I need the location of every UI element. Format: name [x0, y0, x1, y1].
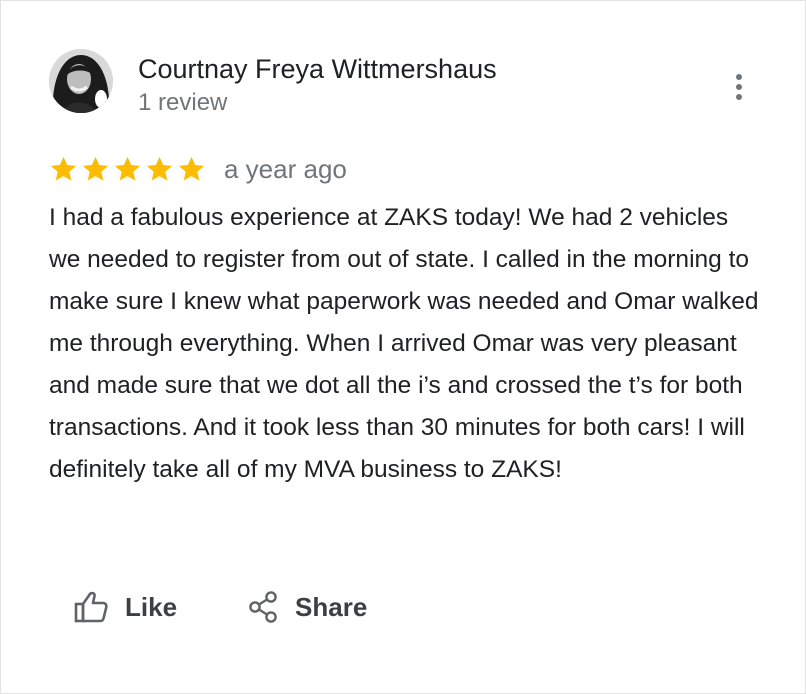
more-vertical-icon — [736, 74, 742, 80]
star-icon — [81, 155, 110, 183]
author-review-count[interactable]: 1 review — [138, 88, 227, 118]
author-avatar[interactable] — [49, 49, 113, 113]
star-icon — [113, 155, 142, 183]
author-photo — [49, 49, 113, 113]
star-rating — [49, 155, 206, 183]
star-icon — [49, 155, 78, 183]
review-date: a year ago — [224, 154, 347, 184]
like-label: Like — [125, 591, 178, 622]
share-icon — [249, 591, 277, 623]
rating-row: a year ago — [49, 151, 347, 187]
review-text: I had a fabulous experience at ZAKS toda… — [49, 204, 759, 483]
share-label: Share — [295, 591, 368, 622]
review-card: Courtnay Freya Wittmershaus 1 review a y… — [0, 0, 806, 694]
author-name[interactable]: Courtnay Freya Wittmershaus — [138, 53, 497, 85]
share-button[interactable]: Share — [247, 590, 367, 624]
like-button[interactable]: Like — [73, 590, 177, 624]
review-actions: Like Share — [73, 585, 367, 629]
star-icon — [177, 155, 206, 183]
star-icon — [145, 155, 174, 183]
more-options-button[interactable] — [723, 67, 755, 107]
thumbs-up-icon — [74, 591, 108, 623]
